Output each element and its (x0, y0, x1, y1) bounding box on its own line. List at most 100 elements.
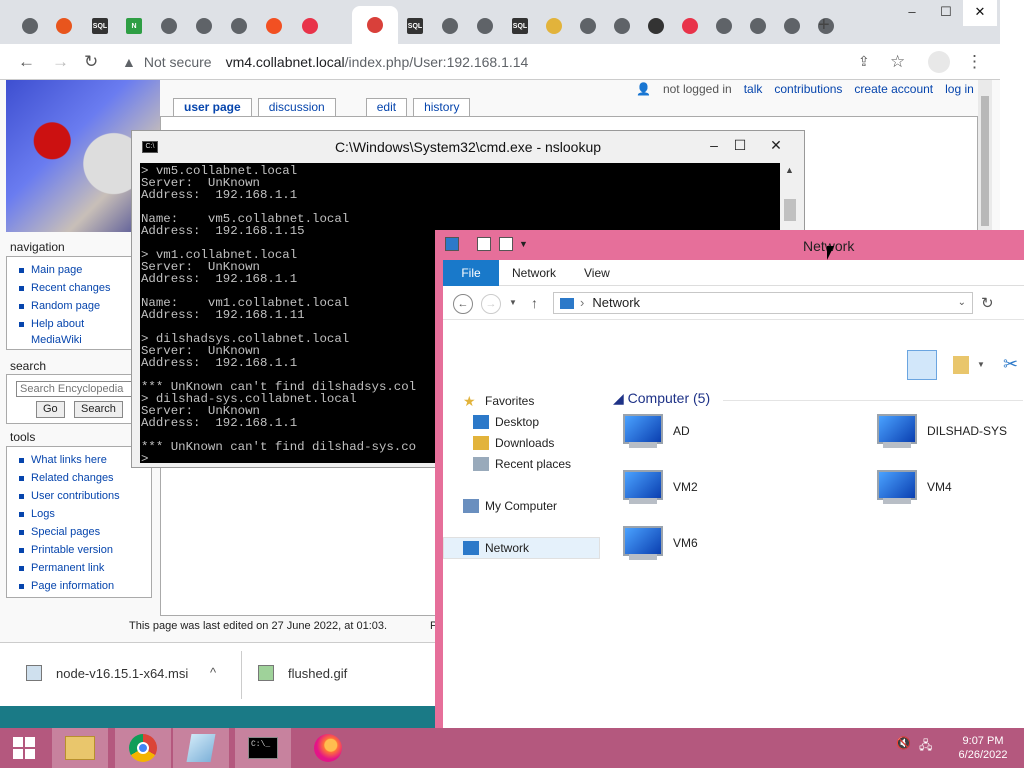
tool-page-information[interactable]: Page information (17, 577, 151, 595)
go-button[interactable]: Go (36, 401, 65, 418)
address-network[interactable]: Network (592, 295, 640, 310)
tool-related-changes[interactable]: Related changes (17, 469, 151, 487)
create-account-link[interactable]: create account (854, 82, 933, 96)
network-tray-icon[interactable]: 🖧 (919, 736, 932, 757)
warning-icon[interactable]: ▲ (122, 54, 136, 70)
taskbar-chrome[interactable] (115, 728, 171, 768)
nav-downloads[interactable]: Downloads (473, 436, 554, 450)
tool-permanent-link[interactable]: Permanent link (17, 559, 151, 577)
browser-tab[interactable] (608, 12, 636, 40)
taskbar-firefox[interactable] (300, 728, 356, 768)
profile-avatar-icon[interactable] (928, 51, 950, 73)
cmd-scroll-thumb[interactable] (784, 199, 796, 221)
computer-vm4[interactable]: VM4 (873, 468, 952, 506)
browser-tab[interactable] (50, 12, 78, 40)
computer-vm2[interactable]: VM2 (619, 468, 698, 506)
browser-tab[interactable]: N (120, 12, 148, 40)
scroll-up-icon[interactable]: ▲ (785, 165, 794, 175)
browser-tab[interactable] (436, 12, 464, 40)
tool-special-pages[interactable]: Special pages (17, 523, 151, 541)
taskbar-notepad[interactable] (173, 728, 229, 768)
tool-printable-version[interactable]: Printable version (17, 541, 151, 559)
browser-tab[interactable] (296, 12, 324, 40)
nav-favorites[interactable]: ★ Favorites (463, 394, 534, 408)
cmd-minimize-button[interactable]: – (700, 133, 728, 157)
computer-vm6[interactable]: VM6 (619, 524, 698, 562)
tab-history[interactable]: history (413, 98, 471, 116)
nav-desktop[interactable]: Desktop (473, 415, 539, 429)
menu-kebab-icon[interactable]: ⋮ (966, 52, 983, 72)
browser-tab[interactable] (710, 12, 738, 40)
recent-locations-chevron-icon[interactable]: ▼ (509, 298, 517, 307)
computer-group-header[interactable]: ◢ Computer (5) (613, 390, 710, 407)
explorer-forward-icon[interactable]: → (481, 294, 501, 314)
browser-tab[interactable]: SQL (86, 12, 114, 40)
browser-tab[interactable] (540, 12, 568, 40)
browser-tab[interactable] (352, 6, 398, 44)
computer-dilshad-sys[interactable]: DILSHAD-SYS (873, 412, 1007, 450)
browser-tab[interactable]: SQL (401, 12, 429, 40)
browser-tab[interactable] (642, 12, 670, 40)
properties-icon[interactable] (477, 237, 491, 251)
security-label[interactable]: Not secure (144, 54, 212, 70)
ribbon-tab-network[interactable]: Network (512, 266, 556, 280)
explorer-back-icon[interactable]: ← (453, 294, 473, 314)
new-folder-icon[interactable] (499, 237, 513, 251)
browser-tab[interactable] (155, 12, 183, 40)
contributions-link[interactable]: contributions (774, 82, 842, 96)
nav-recent-places[interactable]: Recent places (473, 457, 571, 471)
tab-user-page[interactable]: user page (173, 98, 252, 116)
ribbon-tab-view[interactable]: View (584, 266, 610, 280)
refresh-icon[interactable]: ↻ (981, 294, 994, 312)
start-button[interactable] (0, 728, 48, 768)
browser-tab[interactable] (744, 12, 772, 40)
close-button[interactable]: ✕ (963, 0, 997, 26)
maximize-button[interactable]: ☐ (929, 0, 963, 26)
reload-icon[interactable]: ↻ (84, 52, 98, 72)
forward-arrow-icon[interactable]: → (52, 52, 69, 72)
computer-ad[interactable]: AD (619, 412, 690, 450)
bookmark-star-icon[interactable]: ☆ (890, 52, 905, 72)
cmd-title-bar[interactable]: C:\ C:\Windows\System32\cmd.exe - nslook… (132, 131, 804, 163)
ribbon-tab-file[interactable]: File (443, 260, 499, 286)
breadcrumb-chevron-icon[interactable]: › (580, 295, 584, 310)
new-tab-button[interactable]: + (818, 14, 830, 37)
browser-tab[interactable] (16, 12, 44, 40)
view-dropdown-icon[interactable]: ▼ (977, 360, 985, 369)
search-button[interactable]: Search (74, 401, 123, 418)
share-icon[interactable]: ⇪ (858, 53, 870, 70)
explorer-address-bar[interactable]: › Network ⌄ (553, 292, 973, 314)
up-arrow-icon[interactable]: ↑ (531, 295, 538, 311)
talk-link[interactable]: talk (744, 82, 763, 96)
volume-muted-icon[interactable]: 🔇 (896, 736, 911, 757)
taskbar-cmd[interactable]: C:\_ (235, 728, 291, 768)
download-item-gif[interactable]: flushed.gif (258, 665, 347, 681)
search-input[interactable] (16, 381, 134, 397)
browser-tab[interactable] (190, 12, 218, 40)
taskbar-clock[interactable]: 9:07 PM 6/26/2022 (948, 734, 1018, 762)
browser-tab[interactable] (225, 12, 253, 40)
address-dropdown-icon[interactable]: ⌄ (958, 293, 966, 313)
tool-user-contributions[interactable]: User contributions (17, 487, 151, 505)
quick-access-dropdown-icon[interactable]: ▼ (519, 239, 528, 249)
explorer-title-bar[interactable]: ▼ Network (435, 230, 1024, 260)
browser-tab[interactable] (676, 12, 704, 40)
tab-discussion[interactable]: discussion (257, 98, 336, 116)
scrollbar-thumb[interactable] (981, 96, 989, 226)
cmd-close-button[interactable]: ✕ (762, 133, 790, 157)
minimize-button[interactable]: – (895, 0, 929, 26)
address-bar[interactable]: ▲ Not secure vm4.collabnet.local/index.p… (112, 48, 852, 76)
tool-logs[interactable]: Logs (17, 505, 151, 523)
chevron-up-icon[interactable]: ^ (210, 665, 216, 680)
browser-tab[interactable] (260, 12, 288, 40)
explorer-window[interactable]: ▼ Network File Network View ← → ▼ ↑ › Net… (435, 230, 1024, 730)
browser-tab[interactable]: SQL (506, 12, 534, 40)
browser-tab[interactable] (778, 12, 806, 40)
browser-tab[interactable] (471, 12, 499, 40)
cmd-maximize-button[interactable]: ☐ (726, 133, 754, 157)
back-arrow-icon[interactable]: ← (18, 52, 35, 72)
download-item-node[interactable]: node-v16.15.1-x64.msi (26, 665, 188, 681)
browser-tab[interactable] (574, 12, 602, 40)
tab-edit[interactable]: edit (365, 98, 408, 116)
nav-network[interactable]: Network (463, 541, 529, 555)
